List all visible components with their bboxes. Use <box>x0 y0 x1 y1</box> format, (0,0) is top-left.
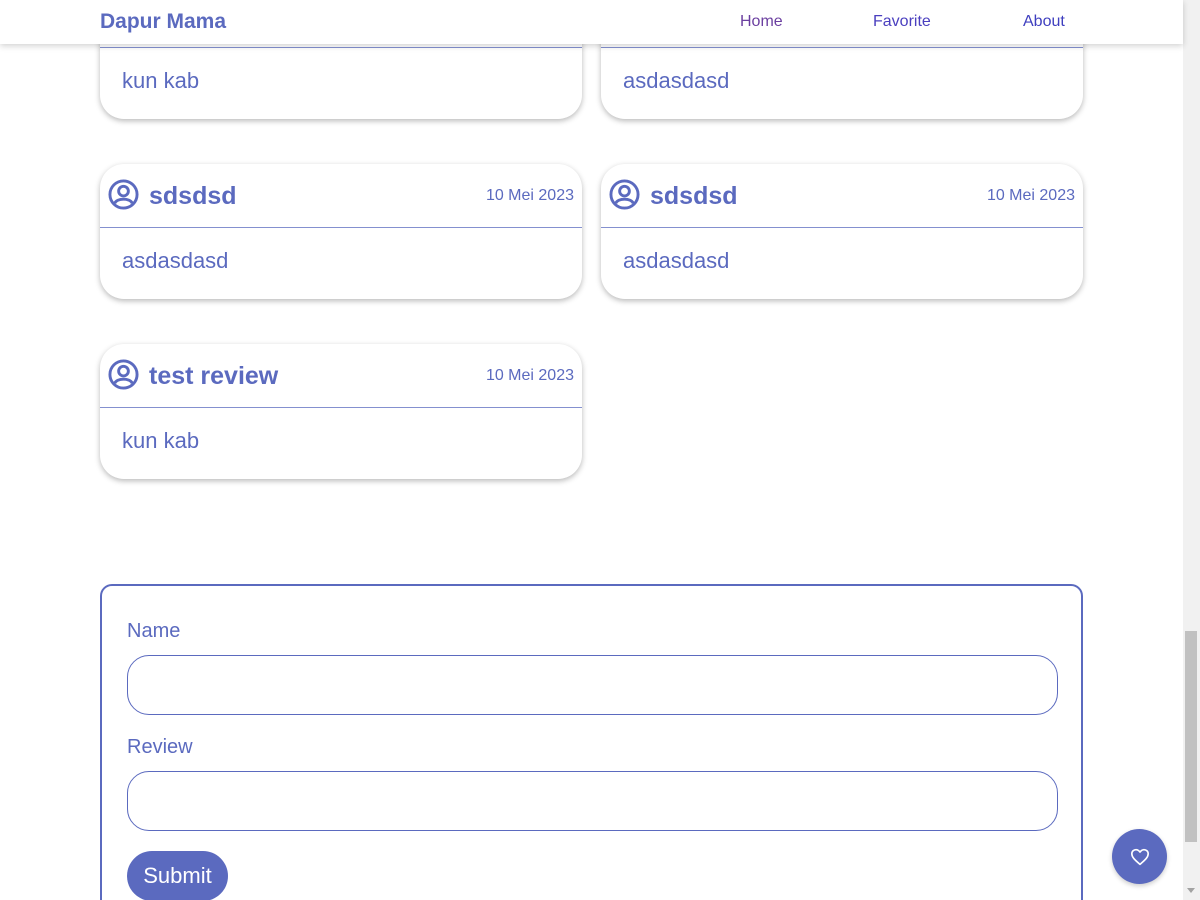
review-date: 10 Mei 2023 <box>485 367 574 384</box>
nav-link-about[interactable]: About <box>1023 13 1065 31</box>
review-input[interactable] <box>127 771 1058 831</box>
nav-link-favorite[interactable]: Favorite <box>873 13 931 31</box>
heart-icon <box>1130 848 1149 865</box>
name-input[interactable] <box>127 655 1058 715</box>
navbar: Dapur Mama Home Favorite About <box>0 0 1183 44</box>
scroll-down-arrow-icon[interactable] <box>1187 888 1195 893</box>
page: Dapur Mama Home Favorite About kun kab a… <box>0 0 1200 900</box>
review-date: 10 Mei 2023 <box>986 187 1075 204</box>
scrollbar-thumb[interactable] <box>1185 631 1197 842</box>
nav-link-home[interactable]: Home <box>740 13 783 31</box>
review-author: test review <box>149 362 279 390</box>
name-label: Name <box>127 620 181 642</box>
review-date: 10 Mei 2023 <box>485 187 574 204</box>
review-label: Review <box>127 736 193 758</box>
favorite-fab-button[interactable] <box>1112 829 1167 884</box>
user-circle-icon <box>108 179 139 210</box>
review-text: kun kab <box>122 428 200 453</box>
user-circle-icon <box>108 359 139 390</box>
review-card-header: sdsdsd 10 Mei 2023 <box>601 164 1083 228</box>
review-card-header: sdsdsd 10 Mei 2023 <box>100 164 582 228</box>
review-form: Name Review Submit <box>100 584 1083 900</box>
review-card: sdsdsd 10 Mei 2023 asdasdasd <box>601 164 1083 299</box>
review-text: asdasdasd <box>623 248 730 273</box>
review-text: kun kab <box>122 68 200 93</box>
user-circle-icon <box>609 179 640 210</box>
review-card: test review 10 Mei 2023 kun kab <box>100 344 582 479</box>
brand-logo[interactable]: Dapur Mama <box>100 10 226 34</box>
submit-button[interactable]: Submit <box>127 851 228 900</box>
review-card-header: test review 10 Mei 2023 <box>100 344 582 408</box>
review-card: sdsdsd 10 Mei 2023 asdasdasd <box>100 164 582 299</box>
review-text: asdasdasd <box>623 68 730 93</box>
review-text: asdasdasd <box>122 248 229 273</box>
review-author: sdsdsd <box>149 182 237 210</box>
review-author: sdsdsd <box>650 182 738 210</box>
